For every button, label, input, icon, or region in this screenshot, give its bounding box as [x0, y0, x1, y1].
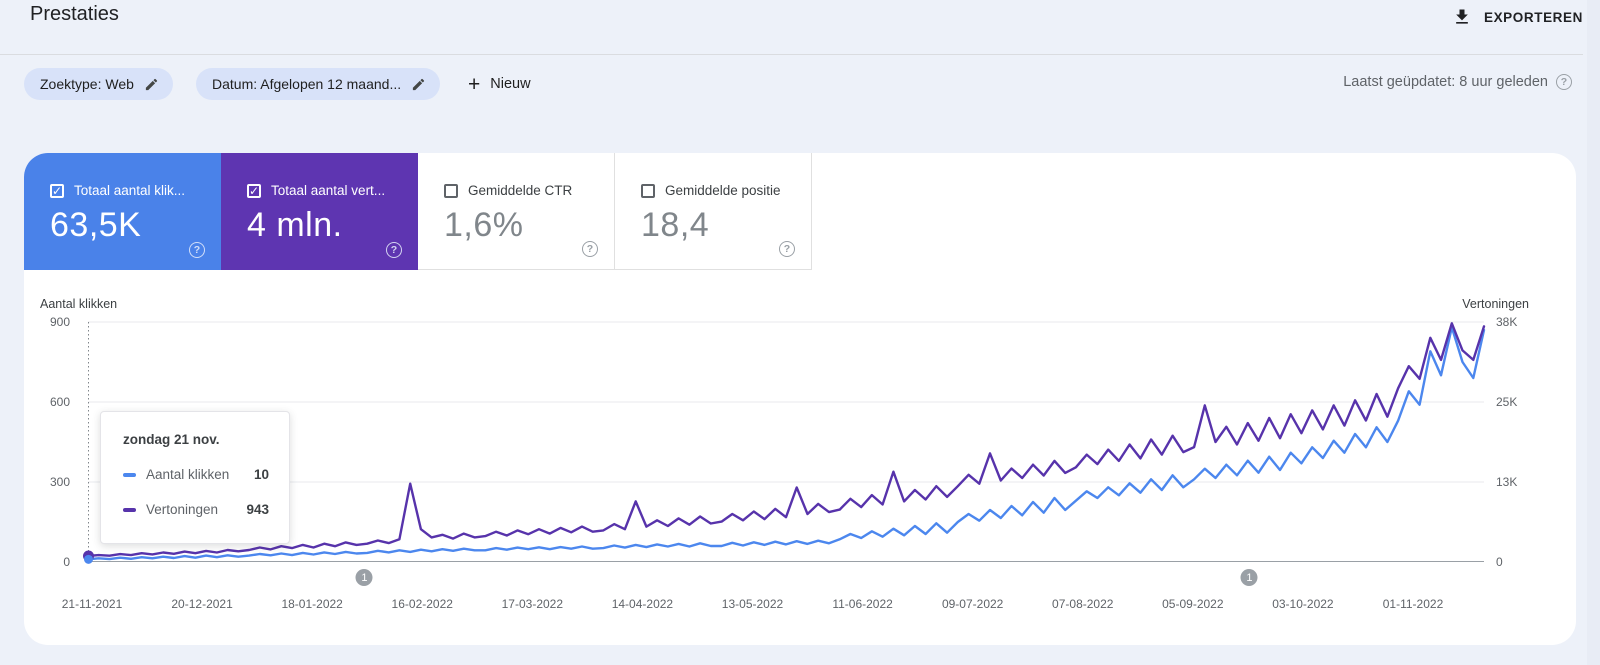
tooltip-row-clicks: Aantal klikken 10	[123, 467, 269, 482]
metric-label: Gemiddelde positie	[665, 183, 781, 198]
export-button[interactable]: EXPORTEREN	[1452, 2, 1583, 32]
right-axis-ticks: 38K 25K 13K 0	[1496, 315, 1556, 569]
x-axis-label: 18-01-2022	[281, 597, 343, 611]
filter-chip-date-range-label: Datum: Afgelopen 12 maand...	[212, 76, 402, 92]
metric-value: 1,6%	[444, 206, 524, 244]
x-axis-label: 03-10-2022	[1272, 597, 1334, 611]
x-axis-label: 05-09-2022	[1162, 597, 1224, 611]
line-chart	[83, 321, 1486, 564]
left-axis-ticks: 900 600 300 0	[24, 315, 70, 569]
metric-value: 18,4	[641, 206, 710, 244]
checkbox-unchecked-icon[interactable]	[641, 183, 655, 198]
axis-tick: 13K	[1496, 475, 1518, 489]
metric-label: Totaal aantal vert...	[271, 183, 386, 198]
left-axis-title: Aantal klikken	[40, 297, 118, 311]
metric-cards: ✓ Totaal aantal klik... 63,5K ? ✓ Totaal…	[24, 153, 836, 270]
tooltip-value: 10	[253, 467, 269, 482]
x-axis-label: 01-11-2022	[1382, 597, 1444, 611]
checkbox-checked-icon[interactable]: ✓	[247, 183, 261, 198]
last-updated-text: Laatst geüpdatet: 8 uur geleden	[1343, 74, 1548, 90]
search-console-performance-page: Prestaties EXPORTEREN Zoektype: Web Datu…	[0, 0, 1600, 665]
tooltip-label: Vertoningen	[146, 502, 219, 517]
header-divider	[0, 54, 1583, 55]
right-axis-title: Vertoningen	[1462, 297, 1529, 311]
axis-tick: 0	[1496, 555, 1503, 569]
tooltip-date: zondag 21 nov.	[123, 432, 220, 447]
annotation-badges: 11	[88, 569, 1484, 587]
x-axis-label: 07-08-2022	[1052, 597, 1114, 611]
download-icon	[1456, 9, 1468, 24]
x-axis-labels: 21-11-2021 20-12-2021 18-01-2022 16-02-2022…	[62, 597, 1484, 613]
metric-card-average-ctr[interactable]: Gemiddelde CTR 1,6% ?	[418, 153, 615, 270]
x-axis-label: 16-02-2022	[391, 597, 453, 611]
annotation-badge[interactable]: 1	[355, 569, 373, 586]
checkbox-unchecked-icon[interactable]	[444, 183, 458, 198]
x-axis-label: 20-12-2021	[171, 597, 233, 611]
chart-tooltip: zondag 21 nov. Aantal klikken 10 Vertoni…	[100, 411, 290, 544]
report-panel: ✓ Totaal aantal klik... 63,5K ? ✓ Totaal…	[24, 153, 1576, 645]
chart-plot-area[interactable]	[83, 321, 1486, 564]
metric-value: 63,5K	[50, 206, 142, 244]
axis-tick: 38K	[1496, 315, 1518, 329]
x-axis-label: 11-06-2022	[832, 597, 893, 611]
tooltip-row-impressions: Vertoningen 943	[123, 502, 269, 517]
x-axis-label: 21-11-2021	[61, 597, 123, 611]
metric-label: Gemiddelde CTR	[468, 183, 573, 198]
help-icon[interactable]: ?	[386, 242, 402, 258]
x-axis-label: 13-05-2022	[721, 597, 784, 611]
x-axis-label: 09-07-2022	[941, 597, 1004, 611]
axis-tick: 300	[49, 475, 70, 489]
new-filter-label: Nieuw	[490, 76, 531, 92]
plus-icon: +	[468, 72, 481, 96]
topbar: Prestaties EXPORTEREN	[0, 0, 1600, 54]
metric-card-total-impressions[interactable]: ✓ Totaal aantal vert... 4 mln. ?	[221, 153, 418, 270]
annotation-badge[interactable]: 1	[1240, 569, 1258, 586]
metric-card-total-clicks[interactable]: ✓ Totaal aantal klik... 63,5K ?	[24, 153, 221, 270]
metric-value: 4 mln.	[247, 206, 343, 244]
export-label: EXPORTEREN	[1483, 9, 1583, 25]
x-axis-label: 17-03-2022	[501, 597, 564, 611]
axis-tick: 0	[63, 555, 70, 569]
filter-chip-search-type[interactable]: Zoektype: Web	[24, 68, 173, 100]
tooltip-label: Aantal klikken	[146, 467, 230, 482]
new-filter-button[interactable]: + Nieuw	[468, 68, 531, 100]
scrollbar-track[interactable]	[1587, 0, 1600, 665]
pencil-icon	[413, 78, 425, 90]
pencil-icon	[145, 78, 158, 90]
filter-bar: Zoektype: Web Datum: Afgelopen 12 maand.…	[0, 68, 1600, 100]
filter-chip-date-range[interactable]: Datum: Afgelopen 12 maand...	[196, 68, 441, 100]
help-icon[interactable]: ?	[582, 241, 598, 257]
axis-tick: 25K	[1496, 394, 1518, 409]
page-title: Prestaties	[30, 3, 119, 25]
tooltip-value: 943	[246, 502, 269, 517]
impressions-series-swatch	[123, 507, 136, 512]
metric-label: Totaal aantal klik...	[74, 183, 186, 198]
axis-tick: 600	[49, 394, 70, 409]
x-axis-label: 14-04-2022	[611, 597, 674, 611]
help-icon[interactable]: ?	[189, 242, 205, 258]
help-icon[interactable]: ?	[1556, 74, 1572, 90]
filter-chip-search-type-label: Zoektype: Web	[40, 76, 134, 92]
clicks-series-swatch	[123, 472, 136, 477]
checkbox-checked-icon[interactable]: ✓	[50, 183, 64, 198]
metric-card-average-position[interactable]: Gemiddelde positie 18,4 ?	[615, 153, 812, 270]
axis-tick: 900	[49, 315, 70, 329]
last-updated: Laatst geüpdatet: 8 uur geleden ?	[1343, 74, 1572, 90]
help-icon[interactable]: ?	[779, 241, 795, 257]
